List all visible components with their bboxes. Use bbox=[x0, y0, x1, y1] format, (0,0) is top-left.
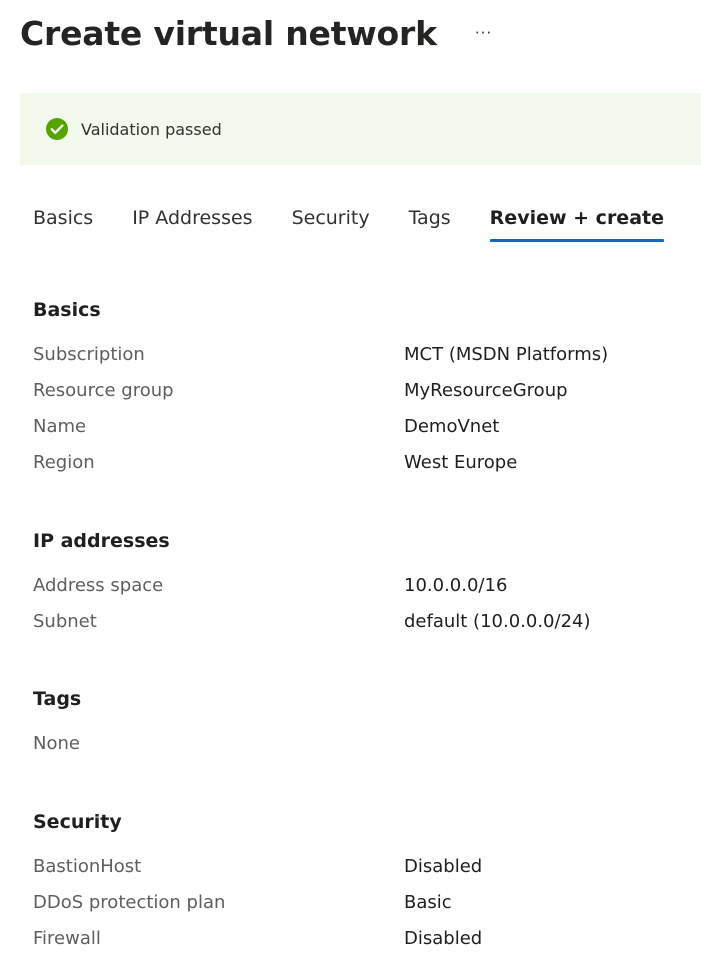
summary-row: Address space 10.0.0.0/16 bbox=[33, 573, 693, 599]
validation-banner: Validation passed bbox=[20, 93, 701, 165]
summary-value: West Europe bbox=[404, 452, 518, 473]
summary-value: MyResourceGroup bbox=[404, 380, 568, 401]
section-title-basics: Basics bbox=[33, 299, 101, 321]
tab-review-create[interactable]: Review + create bbox=[489, 205, 665, 243]
summary-label: Region bbox=[33, 452, 95, 473]
summary-row: Subnet default (10.0.0.0/24) bbox=[33, 609, 693, 635]
summary-row: None bbox=[33, 731, 693, 757]
summary-row: Region West Europe bbox=[33, 450, 693, 476]
tab-tags[interactable]: Tags bbox=[409, 205, 451, 243]
summary-value: Disabled bbox=[404, 928, 483, 949]
summary-label: Subnet bbox=[33, 611, 97, 632]
check-circle-icon bbox=[45, 117, 69, 141]
title-row: Create virtual network ··· bbox=[20, 8, 492, 58]
tab-ip-addresses[interactable]: IP Addresses bbox=[132, 205, 252, 243]
tab-basics[interactable]: Basics bbox=[33, 205, 93, 243]
summary-label: Firewall bbox=[33, 928, 101, 949]
summary-label: Name bbox=[33, 416, 87, 437]
validation-message: Validation passed bbox=[81, 119, 222, 139]
summary-value: MCT (MSDN Platforms) bbox=[404, 344, 609, 365]
summary-value: DemoVnet bbox=[404, 416, 500, 437]
summary-label: Address space bbox=[33, 575, 164, 596]
summary-row: BastionHost Disabled bbox=[33, 854, 693, 880]
section-title-security: Security bbox=[33, 811, 122, 833]
summary-row: Resource group MyResourceGroup bbox=[33, 378, 693, 404]
summary-row: Subscription MCT (MSDN Platforms) bbox=[33, 342, 693, 368]
summary-value: 10.0.0.0/16 bbox=[404, 575, 508, 596]
summary-value: Disabled bbox=[404, 856, 483, 877]
summary-row: DDoS protection plan Basic bbox=[33, 890, 693, 916]
summary-label: DDoS protection plan bbox=[33, 892, 226, 913]
tab-bar: Basics IP Addresses Security Tags Review… bbox=[33, 205, 701, 253]
more-options-button[interactable]: ··· bbox=[475, 24, 492, 42]
section-title-ip-addresses: IP addresses bbox=[33, 530, 170, 552]
summary-label: Subscription bbox=[33, 344, 145, 365]
summary-row: Name DemoVnet bbox=[33, 414, 693, 440]
summary-label: Resource group bbox=[33, 380, 174, 401]
page-title: Create virtual network bbox=[20, 13, 437, 53]
summary-row: Firewall Disabled bbox=[33, 926, 693, 952]
section-title-tags: Tags bbox=[33, 688, 82, 710]
summary-label: BastionHost bbox=[33, 856, 142, 877]
summary-value: default (10.0.0.0/24) bbox=[404, 611, 591, 632]
summary-label: None bbox=[33, 733, 80, 754]
tab-security[interactable]: Security bbox=[292, 205, 370, 243]
summary-value: Basic bbox=[404, 892, 452, 913]
